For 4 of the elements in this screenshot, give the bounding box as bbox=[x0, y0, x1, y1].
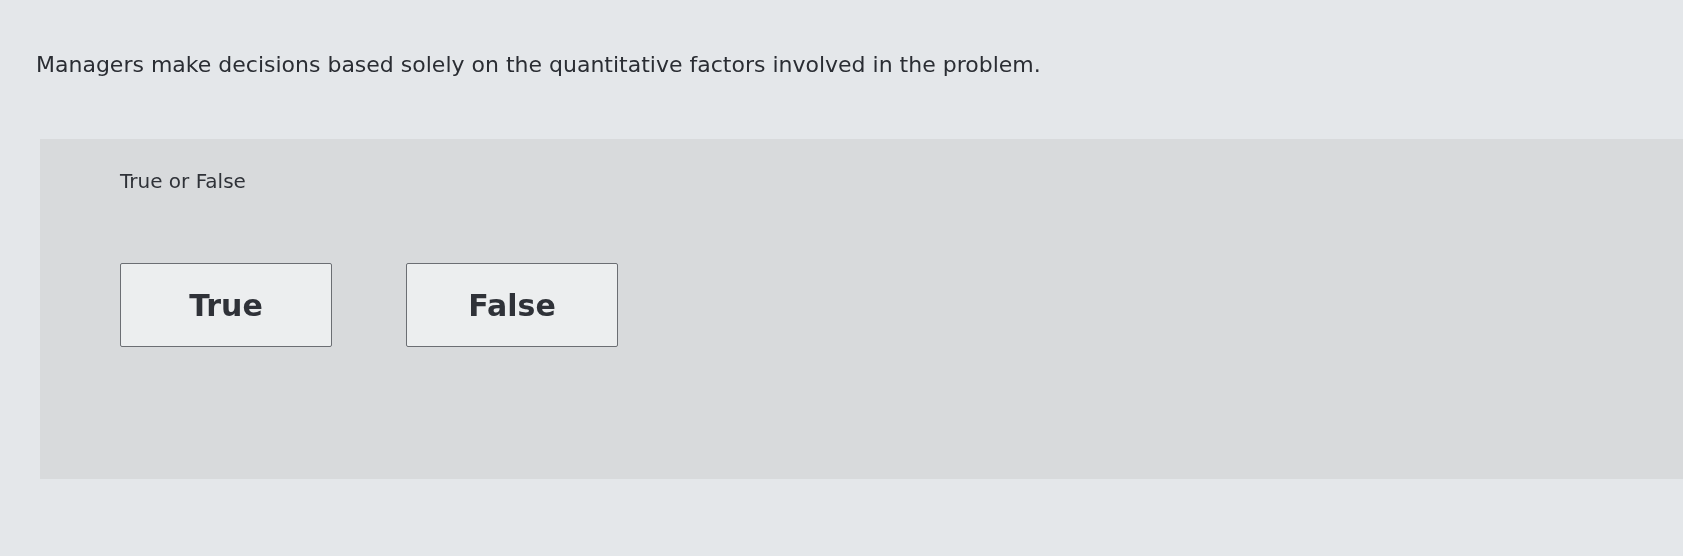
question-text: Managers make decisions based solely on the quantitative factors involved in the problem. bbox=[36, 52, 1042, 77]
prompt-text: True or False bbox=[120, 169, 247, 193]
answer-button[interactable]: False bbox=[406, 263, 618, 347]
answer-button[interactable]: True bbox=[120, 263, 332, 347]
